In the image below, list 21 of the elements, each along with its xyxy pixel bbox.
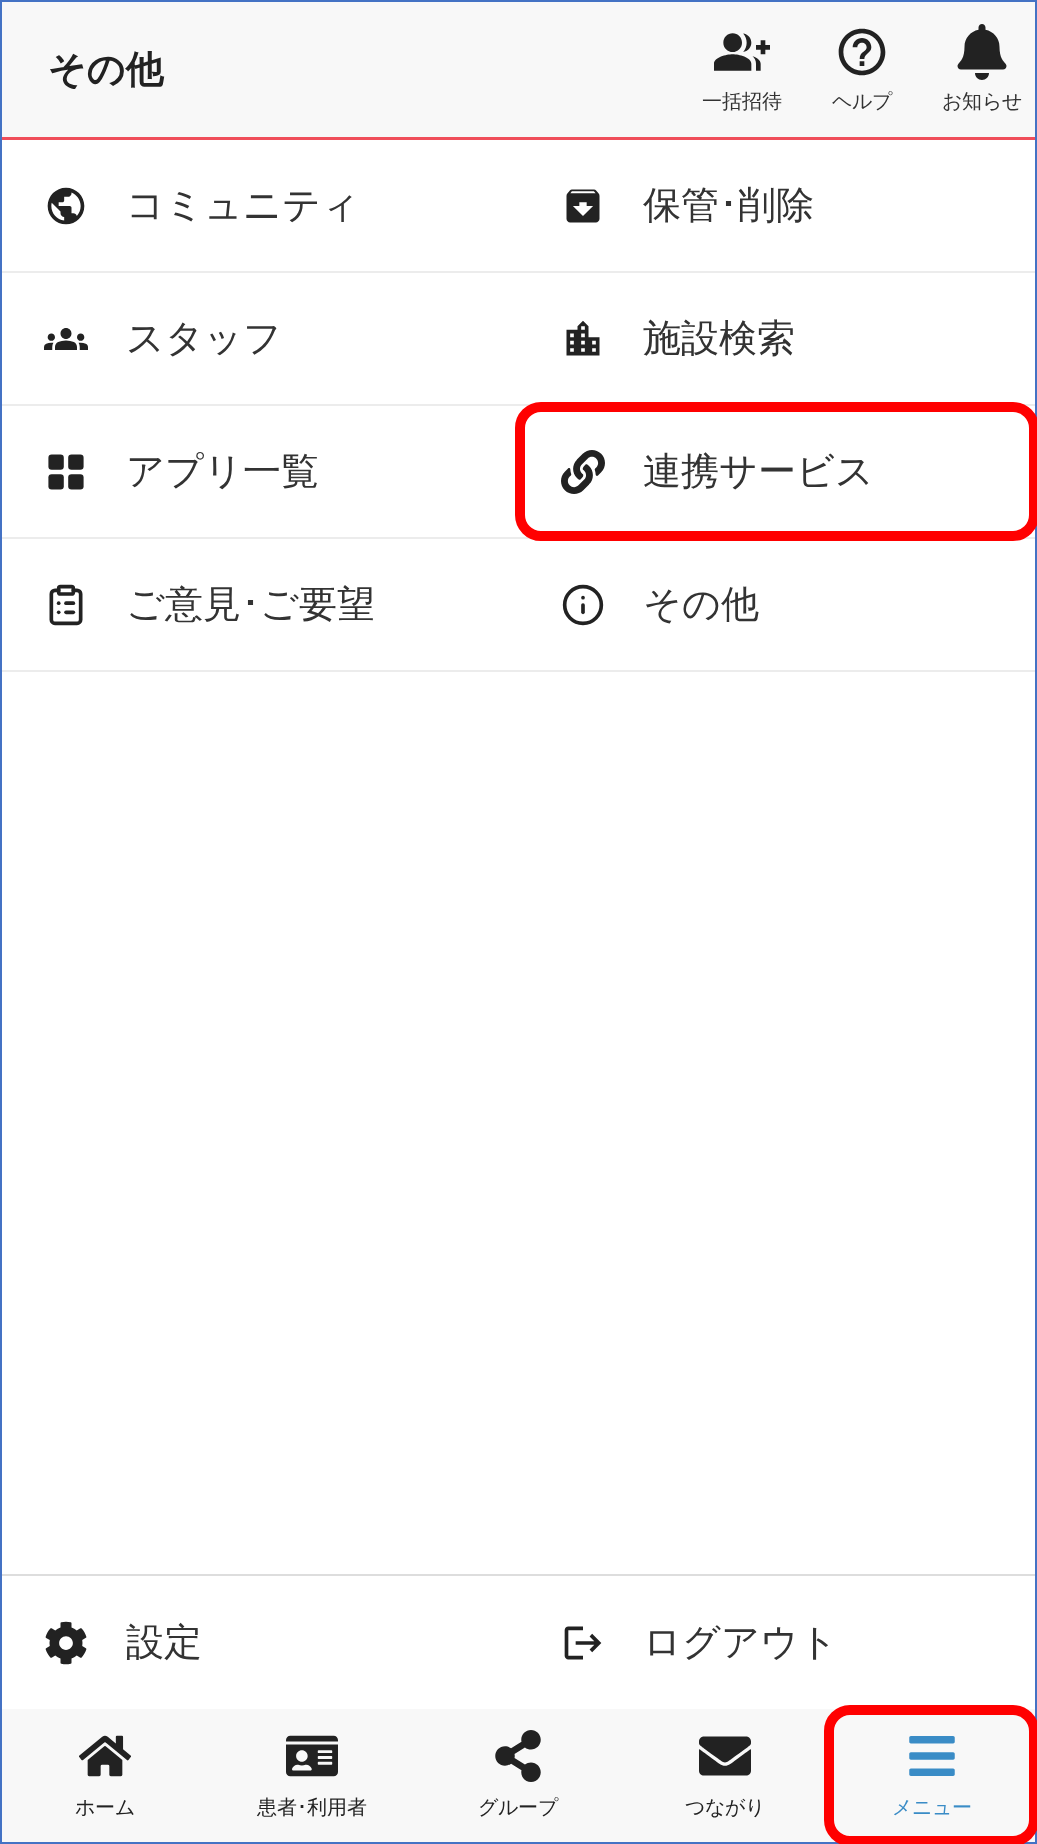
header-action[interactable]: 一括招待 xyxy=(693,23,791,116)
tab[interactable]: グループ xyxy=(415,1709,622,1842)
menu-item[interactable]: ご意見･ご要望 xyxy=(2,539,519,670)
menu-item[interactable]: 設定 xyxy=(2,1576,519,1709)
header-action[interactable]: お知らせ xyxy=(933,23,1031,116)
settings-icon xyxy=(44,1620,88,1665)
menu-item[interactable]: 連携サービス xyxy=(518,406,1035,537)
menu-item[interactable]: その他 xyxy=(518,539,1035,670)
menu-item[interactable]: ログアウト xyxy=(518,1576,1035,1709)
menu-item[interactable]: アプリ一覧 xyxy=(2,406,519,537)
menu-item[interactable]: スタッフ xyxy=(2,273,519,404)
tab[interactable]: つながり xyxy=(621,1709,829,1842)
tab[interactable]: ホーム xyxy=(2,1709,209,1842)
menu-item[interactable]: コミュニティ xyxy=(2,140,519,271)
info-icon xyxy=(560,582,605,627)
link-icon xyxy=(560,449,605,494)
page-title: その他 xyxy=(48,47,165,92)
menu-item[interactable]: 保管･削除 xyxy=(518,140,1035,271)
tab[interactable]: 患者･利用者 xyxy=(208,1709,416,1842)
menu-item[interactable]: 施設検索 xyxy=(518,273,1035,404)
header-action[interactable]: ヘルプ xyxy=(813,23,911,116)
